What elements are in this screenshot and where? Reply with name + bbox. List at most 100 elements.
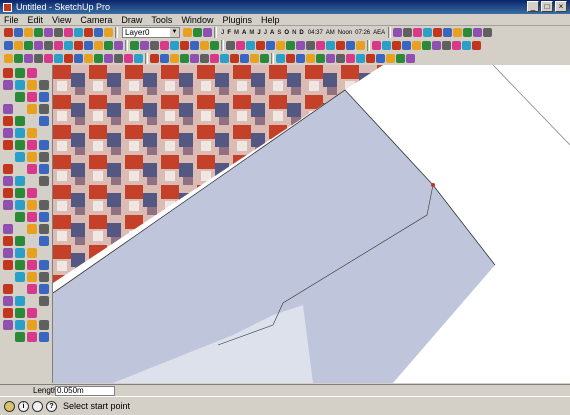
toolbar-tool-icon[interactable]: [306, 41, 315, 50]
month-label[interactable]: D: [299, 30, 303, 36]
toolbar-tool-icon[interactable]: [346, 54, 355, 63]
menu-help[interactable]: Help: [261, 15, 280, 25]
palette-tool-icon[interactable]: [39, 332, 49, 342]
toolbar-tool-icon[interactable]: [453, 28, 463, 37]
toolbar-tool-icon[interactable]: [316, 54, 325, 63]
toolbar-tool-icon[interactable]: [236, 41, 245, 50]
palette-tool-icon[interactable]: [27, 260, 37, 270]
toolbar-tool-icon[interactable]: [442, 41, 451, 50]
palette-tool-icon[interactable]: [27, 296, 37, 306]
palette-tool-icon[interactable]: [3, 116, 13, 126]
palette-tool-icon[interactable]: [39, 212, 49, 222]
toolbar-tool-icon[interactable]: [74, 54, 83, 63]
toolbar-tool-icon[interactable]: [346, 41, 355, 50]
palette-tool-icon[interactable]: [27, 248, 37, 258]
credits-icon[interactable]: i: [18, 400, 29, 412]
palette-tool-icon[interactable]: [3, 164, 13, 174]
palette-tool-icon[interactable]: [15, 104, 25, 114]
palette-tool-icon[interactable]: [27, 188, 37, 198]
toolbar-tool-icon[interactable]: [160, 54, 169, 63]
toolbar-tool-icon[interactable]: [130, 41, 139, 50]
toolbar-tool-icon[interactable]: [104, 41, 113, 50]
toolbar-tool-icon[interactable]: [452, 41, 461, 50]
palette-tool-icon[interactable]: [39, 104, 49, 114]
toolbar-tool-icon[interactable]: [24, 54, 33, 63]
palette-tool-icon[interactable]: [39, 200, 49, 210]
toolbar-tool-icon[interactable]: [412, 41, 421, 50]
toolbar-tool-icon[interactable]: [150, 54, 159, 63]
toolbar-tool-icon[interactable]: [392, 41, 401, 50]
toolbar-tool-icon[interactable]: [402, 41, 411, 50]
palette-tool-icon[interactable]: [15, 260, 25, 270]
palette-tool-icon[interactable]: [3, 92, 13, 102]
palette-tool-icon[interactable]: [3, 68, 13, 78]
toolbar-tool-icon[interactable]: [84, 28, 93, 37]
palette-tool-icon[interactable]: [39, 308, 49, 318]
toolbar-tool-icon[interactable]: [276, 54, 285, 63]
toolbar-tool-icon[interactable]: [200, 41, 209, 50]
toolbar-tool-icon[interactable]: [104, 28, 113, 37]
toolbar-tool-icon[interactable]: [14, 54, 23, 63]
toolbar-tool-icon[interactable]: [24, 28, 33, 37]
toolbar-tool-icon[interactable]: [94, 41, 103, 50]
toolbar-tool-icon[interactable]: [483, 28, 493, 37]
toolbar-tool-icon[interactable]: [34, 54, 43, 63]
palette-tool-icon[interactable]: [3, 308, 13, 318]
toolbar-tool-icon[interactable]: [336, 41, 345, 50]
menu-draw[interactable]: Draw: [121, 15, 142, 25]
palette-tool-icon[interactable]: [15, 80, 25, 90]
palette-tool-icon[interactable]: [27, 80, 37, 90]
palette-tool-icon[interactable]: [3, 332, 13, 342]
month-label[interactable]: J: [257, 30, 260, 36]
toolbar-tool-icon[interactable]: [220, 54, 229, 63]
toolbar-tool-icon[interactable]: [124, 54, 133, 63]
palette-tool-icon[interactable]: [15, 248, 25, 258]
palette-tool-icon[interactable]: [15, 128, 25, 138]
toolbar-tool-icon[interactable]: [54, 28, 63, 37]
palette-tool-icon[interactable]: [3, 320, 13, 330]
palette-tool-icon[interactable]: [27, 140, 37, 150]
palette-tool-icon[interactable]: [39, 296, 49, 306]
toolbar-tool-icon[interactable]: [34, 41, 43, 50]
palette-tool-icon[interactable]: [15, 308, 25, 318]
palette-tool-icon[interactable]: [3, 236, 13, 246]
toolbar-tool-icon[interactable]: [472, 41, 481, 50]
user-icon[interactable]: [32, 400, 43, 412]
palette-tool-icon[interactable]: [3, 284, 13, 294]
toolbar-tool-icon[interactable]: [276, 41, 285, 50]
palette-tool-icon[interactable]: [39, 152, 49, 162]
palette-tool-icon[interactable]: [15, 152, 25, 162]
palette-tool-icon[interactable]: [27, 152, 37, 162]
palette-tool-icon[interactable]: [15, 176, 25, 186]
toolbar-tool-icon[interactable]: [84, 54, 93, 63]
toolbar-tool-icon[interactable]: [64, 28, 73, 37]
month-label[interactable]: A: [242, 30, 246, 36]
toolbar-tool-icon[interactable]: [170, 54, 179, 63]
toolbar-tool-icon[interactable]: [170, 41, 179, 50]
toolbar-tool-icon[interactable]: [432, 41, 441, 50]
palette-tool-icon[interactable]: [39, 272, 49, 282]
palette-tool-icon[interactable]: [39, 320, 49, 330]
palette-tool-icon[interactable]: [27, 224, 37, 234]
toolbar-tool-icon[interactable]: [150, 41, 159, 50]
palette-tool-icon[interactable]: [15, 200, 25, 210]
toolbar-tool-icon[interactable]: [210, 41, 219, 50]
toolbar-tool-icon[interactable]: [160, 41, 169, 50]
palette-tool-icon[interactable]: [3, 248, 13, 258]
toolbar-tool-icon[interactable]: [44, 54, 53, 63]
month-label[interactable]: A: [270, 30, 274, 36]
menu-edit[interactable]: Edit: [28, 15, 44, 25]
menu-window[interactable]: Window: [181, 15, 213, 25]
palette-tool-icon[interactable]: [27, 176, 37, 186]
palette-tool-icon[interactable]: [39, 128, 49, 138]
toolbar-tool-icon[interactable]: [356, 41, 365, 50]
palette-tool-icon[interactable]: [27, 68, 37, 78]
palette-tool-icon[interactable]: [27, 332, 37, 342]
toolbar-tool-icon[interactable]: [230, 54, 239, 63]
toolbar-tool-icon[interactable]: [94, 28, 103, 37]
toolbar-tool-icon[interactable]: [463, 28, 473, 37]
toolbar-tool-icon[interactable]: [396, 54, 405, 63]
geolocation-icon[interactable]: [4, 400, 15, 412]
palette-tool-icon[interactable]: [3, 212, 13, 222]
palette-tool-icon[interactable]: [15, 68, 25, 78]
